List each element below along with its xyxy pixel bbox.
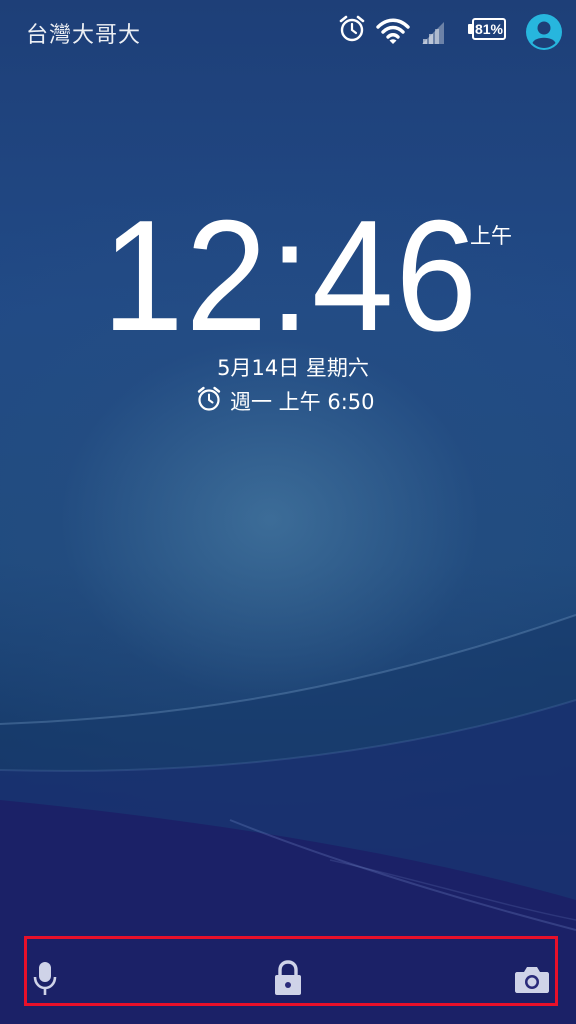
clock-date: 5月14日 星期六 xyxy=(217,356,369,380)
cellular-signal-icon xyxy=(420,18,446,50)
carrier-name: 台灣大哥大 xyxy=(26,23,142,48)
alarm-icon xyxy=(338,14,366,48)
battery-icon: 81% xyxy=(468,18,508,42)
next-alarm: 週一 上午 6:50 xyxy=(196,386,375,416)
camera-icon[interactable] xyxy=(514,964,550,998)
microphone-icon[interactable] xyxy=(32,960,58,1002)
wallpaper xyxy=(0,614,576,1024)
next-alarm-text: 週一 上午 6:50 xyxy=(230,390,375,414)
status-bar: 台灣大哥大 81% xyxy=(0,0,576,64)
battery-percent: 81% xyxy=(474,21,504,37)
lock-icon[interactable] xyxy=(273,959,303,1001)
user-avatar-icon[interactable] xyxy=(526,14,562,50)
clock-time: 12:46 xyxy=(102,188,480,364)
wifi-icon xyxy=(376,18,410,50)
alarm-icon xyxy=(196,385,222,417)
clock-am-pm: 上午 xyxy=(470,224,512,248)
